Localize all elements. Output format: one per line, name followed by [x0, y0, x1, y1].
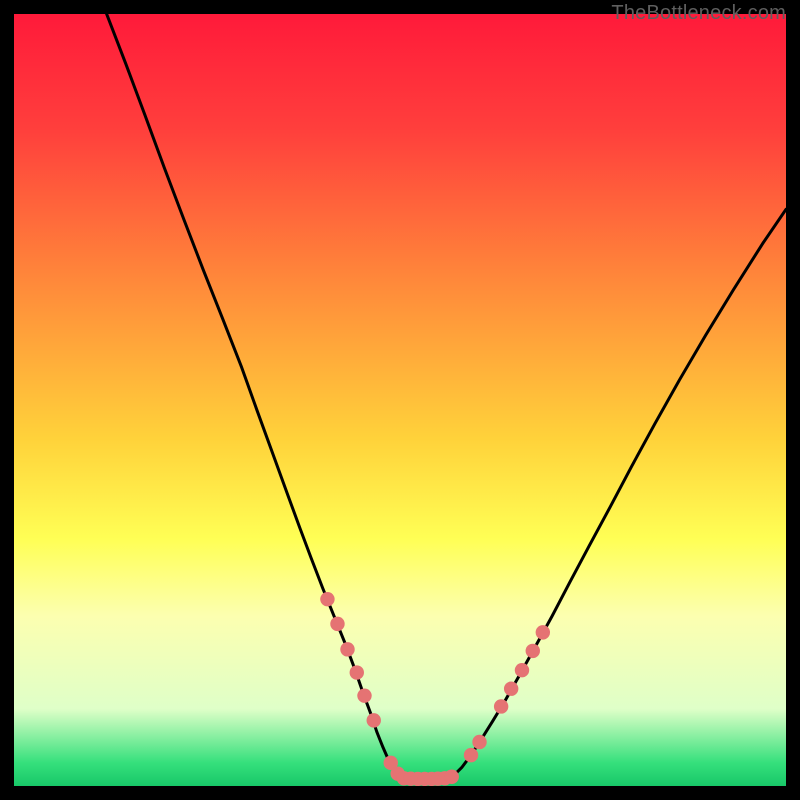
- marker-dot: [494, 699, 508, 713]
- marker-dot: [350, 665, 364, 679]
- marker-dot: [357, 688, 371, 702]
- gradient-background: [14, 14, 786, 786]
- marker-dot: [526, 644, 540, 658]
- chart-canvas: [14, 14, 786, 786]
- marker-dot: [445, 770, 459, 784]
- marker-dot: [367, 713, 381, 727]
- marker-dot: [536, 625, 550, 639]
- marker-dot: [504, 682, 518, 696]
- marker-dot: [330, 617, 344, 631]
- chart-frame: [14, 14, 786, 786]
- marker-dot: [472, 735, 486, 749]
- marker-dot: [464, 748, 478, 762]
- marker-dot: [320, 592, 334, 606]
- watermark-text: TheBottleneck.com: [611, 2, 786, 25]
- marker-dot: [340, 642, 354, 656]
- marker-dot: [515, 663, 529, 677]
